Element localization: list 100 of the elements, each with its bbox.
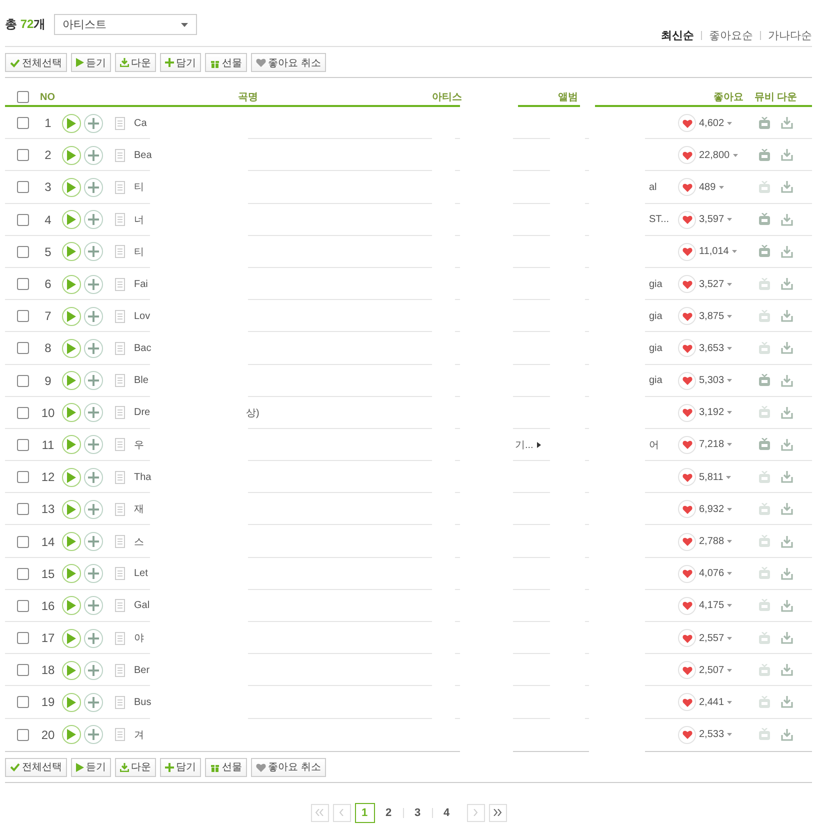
song-title[interactable]: Bus [134, 696, 152, 708]
download-icon[interactable] [781, 278, 793, 290]
add-button[interactable] [84, 500, 103, 519]
play-button[interactable] [62, 468, 81, 487]
album-name[interactable]: gia [649, 342, 662, 354]
add-button[interactable] [84, 242, 103, 262]
lyrics-icon[interactable] [115, 310, 125, 323]
lyrics-icon[interactable] [115, 116, 125, 130]
like-button[interactable] [678, 661, 696, 680]
like-button[interactable] [678, 629, 696, 648]
play-button[interactable] [62, 596, 81, 616]
lyrics-icon[interactable] [115, 632, 125, 645]
lyrics-icon[interactable] [115, 278, 125, 291]
play-button[interactable] [62, 532, 81, 552]
download-icon[interactable] [781, 696, 793, 708]
checkbox[interactable] [16, 664, 28, 676]
download-icon[interactable] [781, 117, 793, 130]
play-button[interactable] [62, 338, 81, 358]
play-button[interactable] [62, 725, 81, 744]
lyrics-icon[interactable] [115, 180, 125, 194]
download-icon[interactable] [781, 503, 793, 516]
lyrics-icon[interactable] [115, 470, 125, 484]
play-button[interactable] [62, 210, 81, 230]
sort-link[interactable]: 최신순 [661, 28, 694, 43]
lyrics-icon[interactable] [115, 664, 125, 677]
play-button[interactable] [62, 371, 81, 390]
like-button[interactable] [678, 468, 696, 486]
song-title[interactable]: Let [134, 568, 148, 580]
song-title[interactable]: Tha [134, 472, 152, 483]
toolbar-button[interactable]: 전체선택 [5, 53, 67, 72]
lyrics-icon[interactable] [115, 213, 125, 226]
like-button[interactable] [678, 242, 696, 261]
toolbar-button[interactable]: 선물 [205, 53, 247, 72]
checkbox[interactable] [16, 278, 28, 290]
add-button[interactable] [84, 114, 103, 133]
lyrics-icon[interactable] [115, 406, 125, 420]
lyrics-icon[interactable] [115, 148, 125, 162]
play-button[interactable] [62, 628, 81, 648]
song-title[interactable]: 상) [246, 406, 260, 420]
checkbox[interactable] [16, 632, 28, 644]
add-button[interactable] [84, 146, 103, 165]
song-title[interactable]: 야 [134, 631, 144, 646]
like-button[interactable] [678, 532, 696, 551]
play-button[interactable] [62, 660, 81, 680]
song-title[interactable]: 우 [134, 438, 144, 452]
song-title[interactable]: Dre [134, 407, 150, 418]
video-button[interactable] [758, 632, 771, 645]
checkbox[interactable] [16, 568, 28, 580]
checkbox[interactable] [16, 181, 28, 194]
add-button[interactable] [84, 725, 103, 744]
toolbar-button[interactable]: 듣기 [71, 758, 111, 777]
play-button[interactable] [62, 178, 81, 197]
download-icon[interactable] [781, 536, 793, 548]
like-button[interactable] [678, 693, 696, 712]
add-button[interactable] [84, 660, 103, 680]
like-button[interactable] [678, 726, 696, 744]
video-button[interactable] [758, 213, 771, 226]
checkbox[interactable] [16, 600, 28, 612]
song-title[interactable]: 너 [134, 212, 144, 227]
album-name[interactable]: ST... [649, 214, 670, 226]
toolbar-button[interactable]: 좋아요 취소 [251, 758, 326, 777]
sort-link[interactable]: 가나다순 [768, 28, 812, 43]
checkbox[interactable] [16, 696, 28, 708]
lyrics-icon[interactable] [115, 374, 125, 388]
lyrics-icon[interactable] [115, 438, 125, 452]
checkbox[interactable] [16, 310, 28, 322]
play-button[interactable] [62, 146, 81, 165]
song-title[interactable]: 티 [134, 244, 144, 259]
checkbox[interactable] [16, 214, 28, 226]
checkbox[interactable] [16, 536, 28, 548]
video-button[interactable] [758, 599, 771, 612]
download-icon[interactable] [781, 568, 793, 580]
add-button[interactable] [84, 692, 103, 712]
like-button[interactable] [678, 596, 696, 615]
lyrics-icon[interactable] [115, 535, 125, 548]
add-button[interactable] [84, 435, 103, 454]
play-button[interactable] [62, 114, 81, 133]
checkbox[interactable] [16, 728, 28, 741]
like-button[interactable] [678, 339, 696, 358]
add-button[interactable] [84, 274, 103, 294]
lyrics-icon[interactable] [115, 599, 125, 612]
add-button[interactable] [84, 338, 103, 358]
song-title[interactable]: 티 [134, 180, 144, 194]
song-title[interactable]: Gal [134, 600, 150, 612]
video-button[interactable] [758, 342, 771, 355]
video-button[interactable] [758, 180, 771, 194]
toolbar-button[interactable]: 좋아요 취소 [251, 53, 326, 72]
play-button[interactable] [62, 435, 81, 454]
like-button[interactable] [678, 436, 696, 454]
download-icon[interactable] [781, 406, 793, 419]
filter-select[interactable]: 아티스트 [54, 14, 197, 35]
toolbar-button[interactable]: 선물 [205, 758, 247, 777]
checkbox[interactable] [16, 117, 28, 130]
toolbar-button[interactable]: 담기 [160, 53, 201, 72]
add-button[interactable] [84, 371, 103, 390]
video-button[interactable] [758, 438, 771, 452]
checkbox[interactable] [16, 471, 28, 484]
like-button[interactable] [678, 372, 696, 390]
like-button[interactable] [678, 275, 696, 294]
add-button[interactable] [84, 403, 103, 422]
